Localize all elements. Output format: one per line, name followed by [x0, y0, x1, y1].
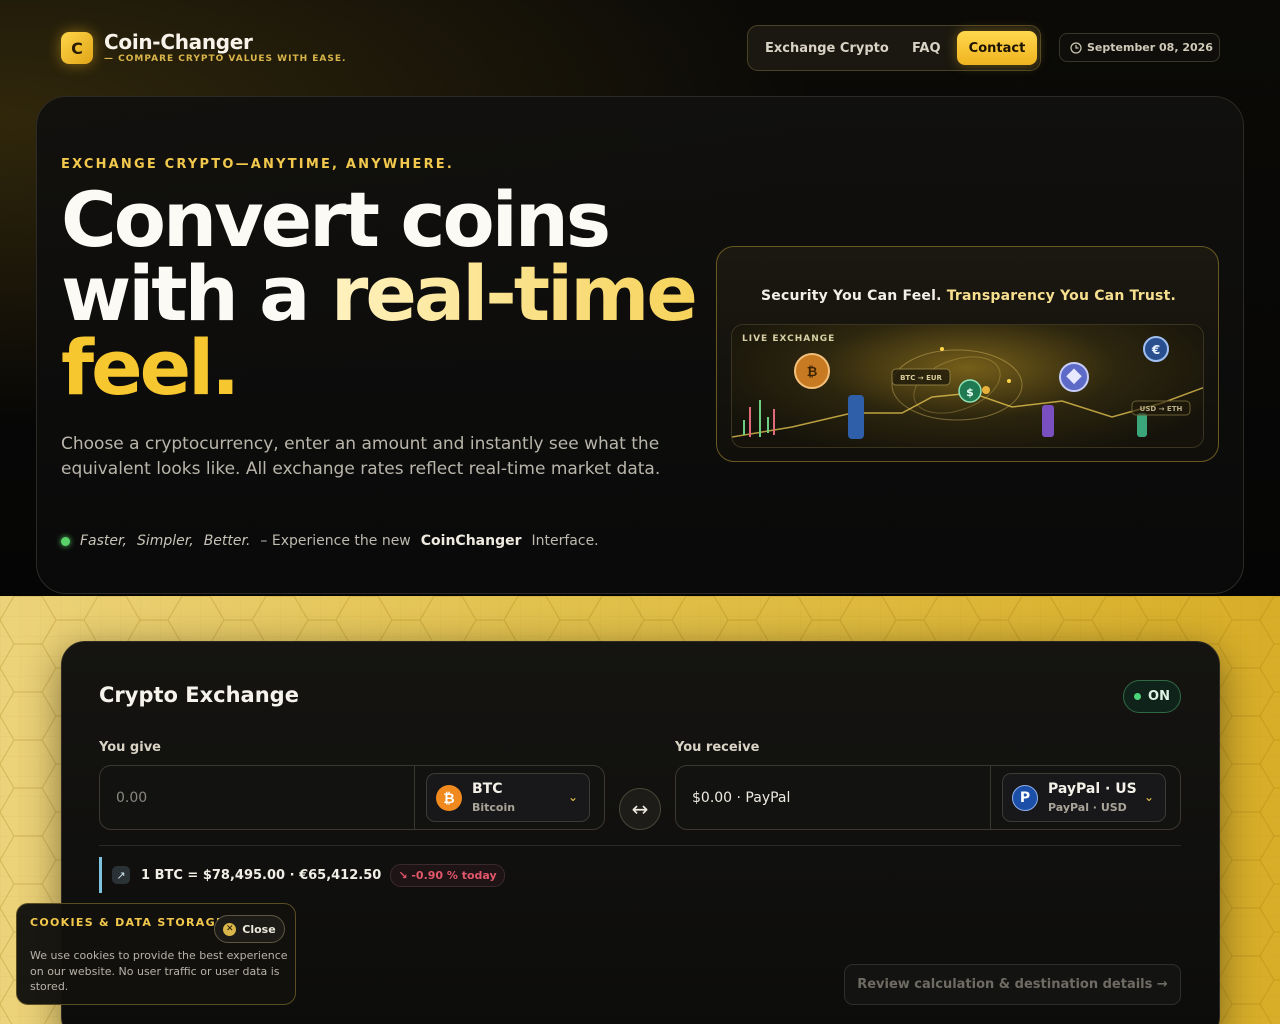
contact-button[interactable]: Contact	[957, 31, 1037, 65]
cookie-close-button[interactable]: ✕ Close	[214, 915, 285, 943]
tag-word-1: Faster,	[80, 533, 127, 549]
change-badge: ↘ -0.90 % today	[390, 863, 505, 887]
tag-word-2: Simpler,	[136, 533, 194, 549]
tag-word-3: Better.	[203, 533, 251, 549]
date-chip: September 08, 2026	[1059, 33, 1220, 62]
svg-text:$: $	[966, 386, 974, 399]
date-text: September 08, 2026	[1087, 41, 1213, 54]
brand-subtitle: — COMPARE CRYPTO VALUES WITH EASE.	[104, 54, 347, 64]
receive-method-code: PayPal · US	[1048, 781, 1137, 797]
hero-title-line1: Convert coins	[61, 175, 611, 264]
hero-description: Choose a cryptocurrency, enter an amount…	[61, 434, 661, 479]
receive-label: You receive	[675, 740, 760, 755]
status-toggle[interactable]: ON	[1123, 680, 1181, 713]
cookie-banner: COOKIES & DATA STORAGE ✕ Close We use co…	[16, 903, 296, 1005]
hero-title: Convert coins with a real-time feel.	[61, 175, 698, 412]
give-label: You give	[99, 740, 161, 755]
logo-icon[interactable]: C	[61, 32, 93, 64]
receive-value: $0.00 · PayPal	[676, 766, 991, 829]
main-nav: Exchange Crypto FAQ Contact	[747, 25, 1041, 71]
hero-tagline: Faster, Simpler, Better. – Experience th…	[61, 533, 599, 549]
status-text: ON	[1148, 689, 1170, 704]
hero-eyebrow: EXCHANGE CRYPTO—ANYTIME, ANYWHERE.	[61, 157, 455, 172]
give-currency-name: Bitcoin	[472, 801, 516, 814]
rate-text: 1 BTC = $78,495.00 · €65,412.50	[141, 867, 382, 883]
rate-row: ↗ 1 BTC = $78,495.00 · €65,412.50 ↘ -0.9…	[99, 857, 505, 893]
tag-mid: – Experience the new	[260, 533, 411, 549]
divider	[99, 845, 1181, 846]
receive-field-group: $0.00 · PayPal P PayPal · US PayPal · US…	[675, 765, 1181, 830]
give-currency-code: BTC	[472, 781, 503, 797]
cookie-text: We use cookies to provide the best exper…	[30, 949, 288, 993]
clock-icon	[1070, 41, 1082, 54]
amount-input[interactable]	[100, 766, 415, 829]
swap-arrows-icon: ↔	[631, 797, 649, 821]
review-button[interactable]: Review calculation & destination details…	[844, 964, 1181, 1005]
bitcoin-icon: ₿	[436, 785, 462, 811]
receive-method-name: PayPal · USD	[1048, 801, 1127, 814]
svg-text:BTC → EUR: BTC → EUR	[900, 374, 942, 382]
paypal-icon: P	[1012, 785, 1038, 811]
brand-title[interactable]: Coin-Changer	[104, 30, 253, 54]
live-exchange-label: LIVE EXCHANGE	[742, 334, 836, 344]
give-field-group: ₿ BTC Bitcoin ⌄	[99, 765, 605, 830]
hero-title-line3: feel.	[61, 323, 240, 412]
trend-arrow-icon: ↗	[112, 866, 130, 884]
nav-exchange-crypto[interactable]: Exchange Crypto	[765, 41, 889, 56]
chevron-down-icon: ⌄	[1144, 790, 1155, 804]
tag-brand: CoinChanger	[420, 533, 522, 549]
security-text: Security You Can Feel. Transparency You …	[760, 288, 1176, 304]
hero-title-highlight: real-time	[330, 249, 698, 338]
cookie-close-label: Close	[242, 922, 276, 936]
receive-method-select[interactable]: P PayPal · US PayPal · USD ⌄	[1002, 773, 1166, 822]
chevron-down-icon: ⌄	[568, 790, 579, 804]
svg-text:USD → ETH: USD → ETH	[1140, 405, 1183, 413]
nav-faq[interactable]: FAQ	[912, 41, 941, 56]
online-dot-icon	[1134, 693, 1142, 700]
give-currency-select[interactable]: ₿ BTC Bitcoin ⌄	[426, 773, 590, 822]
cookie-title: COOKIES & DATA STORAGE	[30, 916, 225, 929]
svg-text:€: €	[1151, 343, 1160, 357]
exchange-title: Crypto Exchange	[99, 683, 299, 707]
status-dot-icon	[61, 536, 70, 546]
close-icon: ✕	[223, 922, 237, 936]
swap-button[interactable]: ↔	[619, 788, 661, 830]
tag-end: Interface.	[531, 533, 599, 549]
svg-text:₿: ₿	[807, 365, 818, 380]
